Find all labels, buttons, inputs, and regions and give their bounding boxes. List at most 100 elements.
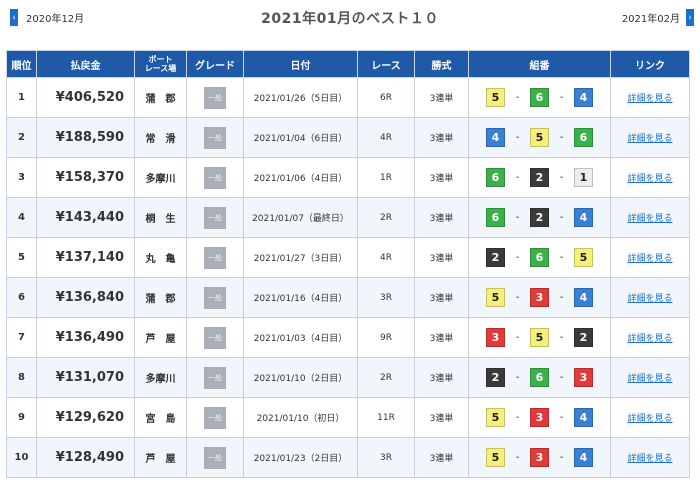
payout-cell: ¥158,370: [36, 157, 135, 198]
combo-separator: -: [559, 172, 564, 183]
details-link[interactable]: 詳細を見る: [627, 334, 672, 344]
ticket-type-cell: 3連単: [414, 317, 469, 358]
venue-cell: 宮 島: [134, 397, 187, 438]
next-month-label: 2021年02月: [621, 14, 680, 25]
table-row: 2 ¥188,590 常 滑一般 2021/01/04（6日目） 4R 3連単 4-5-6 詳…: [6, 117, 690, 158]
link-cell: 詳細を見る: [610, 157, 690, 198]
rank-cell: 2: [6, 117, 37, 158]
combo-cell: 2-6-3: [468, 357, 611, 398]
boat-number-badge: 4: [574, 88, 593, 107]
table-row: 10 ¥128,490 芦 屋一般 2021/01/23（2日目） 3R 3連単 5-3-4…: [6, 437, 690, 478]
rank-cell: 7: [6, 317, 37, 358]
venue-cell: 芦 屋: [134, 317, 187, 358]
boat-number-badge: 4: [574, 288, 593, 307]
table-row: 1 ¥406,520 蒲 郡一般 2021/01/26（5日目） 6R 3連単 5-6-4 詳…: [6, 77, 690, 118]
rank-cell: 3: [6, 157, 37, 198]
boat-number-badge: 5: [486, 288, 505, 307]
combo-group: 3-5-2: [469, 328, 610, 347]
details-link[interactable]: 詳細を見る: [627, 254, 672, 264]
grade-cell: 一般: [186, 317, 244, 358]
combo-group: 6-2-1: [469, 168, 610, 187]
boat-number-badge: 2: [530, 208, 549, 227]
race-cell: 9R: [357, 317, 415, 358]
header-race: レース: [357, 50, 415, 78]
details-link[interactable]: 詳細を見る: [627, 414, 672, 424]
combo-separator: -: [515, 292, 520, 303]
boat-number-badge: 6: [574, 128, 593, 147]
header-payout: 払戻金: [36, 50, 135, 78]
venue-cell: 丸 亀: [134, 237, 187, 278]
details-link[interactable]: 詳細を見る: [627, 134, 672, 144]
race-cell: 1R: [357, 157, 415, 198]
race-cell: 4R: [357, 117, 415, 158]
grade-badge: 一般: [204, 366, 226, 389]
boat-number-badge: 3: [486, 328, 505, 347]
combo-separator: -: [559, 132, 564, 143]
table-row: 6 ¥136,840 蒲 郡一般 2021/01/16（4日目） 3R 3連単 5-3-4 詳…: [6, 277, 690, 318]
rank-cell: 10: [6, 437, 37, 478]
boat-number-badge: 3: [574, 368, 593, 387]
grade-cell: 一般: [186, 437, 244, 478]
combo-separator: -: [515, 372, 520, 383]
venue-cell: 蒲 郡: [134, 277, 187, 318]
boat-number-badge: 6: [530, 88, 549, 107]
date-cell: 2021/01/10（初日）: [243, 397, 358, 438]
venue-cell: 蒲 郡: [134, 77, 187, 118]
ranking-table: 順位 払戻金 ボート レース場 グレード 日付 レース 勝式 組番 リンク 1 ¥4…: [6, 50, 690, 478]
table-row: 9 ¥129,620 宮 島一般 2021/01/10（初日） 11R 3連単 5-3-4 詳…: [6, 397, 690, 438]
payout-cell: ¥129,620: [36, 397, 135, 438]
grade-badge: 一般: [204, 86, 226, 109]
boat-number-badge: 6: [530, 368, 549, 387]
details-link[interactable]: 詳細を見る: [627, 174, 672, 184]
grade-badge: 一般: [204, 326, 226, 349]
details-link[interactable]: 詳細を見る: [627, 294, 672, 304]
combo-cell: 6-2-1: [468, 157, 611, 198]
ticket-type-cell: 3連単: [414, 237, 469, 278]
grade-badge: 一般: [204, 246, 226, 269]
grade-cell: 一般: [186, 157, 244, 198]
table-row: 3 ¥158,370 多摩川 一般 2021/01/06（4日目） 1R 3連単 6-2-1 詳…: [6, 157, 690, 198]
boat-number-badge: 3: [530, 408, 549, 427]
ticket-type-cell: 3連単: [414, 357, 469, 398]
payout-cell: ¥406,520: [36, 77, 135, 118]
chevron-right-icon: ›: [686, 9, 694, 26]
combo-separator: -: [559, 452, 564, 463]
boat-number-badge: 4: [574, 448, 593, 467]
ticket-type-cell: 3連単: [414, 77, 469, 118]
grade-cell: 一般: [186, 397, 244, 438]
boat-number-badge: 1: [574, 168, 593, 187]
boat-number-badge: 5: [486, 408, 505, 427]
header-combo: 組番: [468, 50, 611, 78]
combo-separator: -: [515, 252, 520, 263]
combo-cell: 3-5-2: [468, 317, 611, 358]
header-grade: グレード: [186, 50, 244, 78]
details-link[interactable]: 詳細を見る: [627, 214, 672, 224]
payout-cell: ¥188,590: [36, 117, 135, 158]
ticket-type-cell: 3連単: [414, 117, 469, 158]
race-cell: 3R: [357, 277, 415, 318]
details-link[interactable]: 詳細を見る: [627, 94, 672, 104]
rank-cell: 4: [6, 197, 37, 238]
next-month-link[interactable]: 2021年02月 ›: [622, 9, 694, 26]
boat-number-badge: 5: [530, 328, 549, 347]
table-row: 8 ¥131,070 多摩川 一般 2021/01/10（2日目） 2R 3連単 2-6-3 詳…: [6, 357, 690, 398]
race-cell: 3R: [357, 437, 415, 478]
payout-cell: ¥136,840: [36, 277, 135, 318]
boat-number-badge: 5: [530, 128, 549, 147]
header-rank: 順位: [6, 50, 37, 78]
boat-number-badge: 3: [530, 288, 549, 307]
date-cell: 2021/01/03（4日目）: [243, 317, 358, 358]
link-cell: 詳細を見る: [610, 277, 690, 318]
link-cell: 詳細を見る: [610, 77, 690, 118]
race-cell: 6R: [357, 77, 415, 118]
details-link[interactable]: 詳細を見る: [627, 454, 672, 464]
date-cell: 2021/01/10（2日目）: [243, 357, 358, 398]
header-link: リンク: [610, 50, 690, 78]
link-cell: 詳細を見る: [610, 237, 690, 278]
ticket-type-cell: 3連単: [414, 277, 469, 318]
combo-separator: -: [559, 372, 564, 383]
rank-cell: 6: [6, 277, 37, 318]
details-link[interactable]: 詳細を見る: [627, 374, 672, 384]
ticket-type-cell: 3連単: [414, 397, 469, 438]
combo-cell: 6-2-4: [468, 197, 611, 238]
